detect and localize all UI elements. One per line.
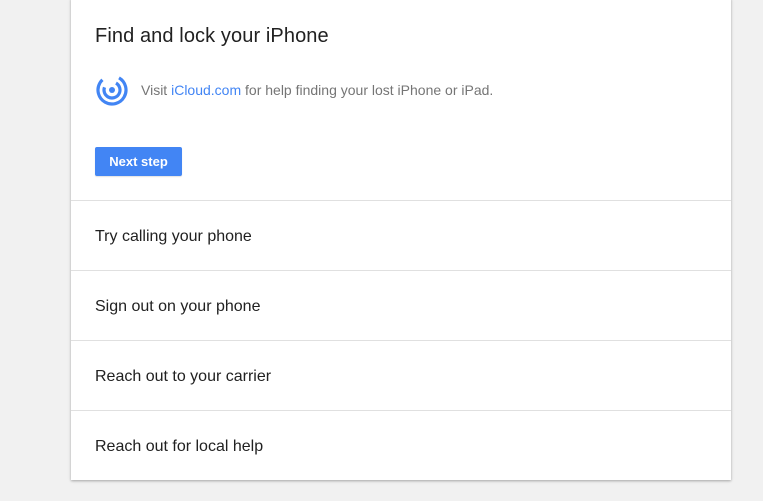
option-label: Sign out on your phone <box>95 298 261 315</box>
next-step-button[interactable]: Next step <box>95 147 182 176</box>
option-label: Reach out to your carrier <box>95 368 272 385</box>
help-row: Visit iCloud.com for help finding your l… <box>95 73 493 107</box>
find-phone-card: Find and lock your iPhone Visit iCloud.c… <box>71 0 731 480</box>
option-label: Try calling your phone <box>95 228 252 245</box>
help-prefix: Visit <box>141 82 172 98</box>
option-label: Reach out for local help <box>95 438 264 455</box>
section-title: Find and lock your iPhone <box>95 25 329 47</box>
option-carrier[interactable]: Reach out to your carrier <box>71 341 731 411</box>
find-and-lock-section: Find and lock your iPhone Visit iCloud.c… <box>71 0 731 201</box>
find-device-radar-icon <box>95 73 129 107</box>
icloud-link[interactable]: iCloud.com <box>171 82 241 98</box>
help-suffix: for help finding your lost iPhone or iPa… <box>241 82 494 98</box>
option-sign-out[interactable]: Sign out on your phone <box>71 271 731 341</box>
option-try-calling[interactable]: Try calling your phone <box>71 201 731 271</box>
help-text: Visit iCloud.com for help finding your l… <box>141 80 493 100</box>
option-local-help[interactable]: Reach out for local help <box>71 411 731 480</box>
